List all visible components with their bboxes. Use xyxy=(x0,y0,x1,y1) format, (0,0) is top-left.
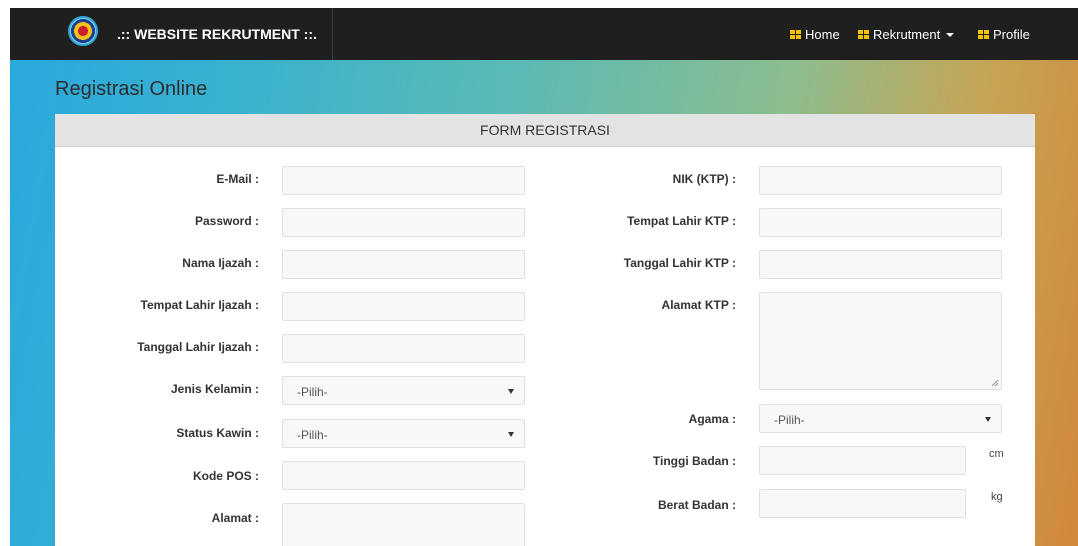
jenis-kelamin-select[interactable]: -Pilih- xyxy=(282,376,525,405)
nav-home[interactable]: Home xyxy=(790,27,840,43)
nik-ktp-label: NIK (KTP) : xyxy=(672,172,736,186)
nav-rekrutment-label: Rekrutment xyxy=(873,27,941,42)
tempat-lahir-ijazah-label: Tempat Lahir Ijazah : xyxy=(140,298,259,312)
tanggal-lahir-ijazah-label: Tanggal Lahir Ijazah : xyxy=(137,340,259,354)
nav-rekrutment-dropdown[interactable]: Rekrutment xyxy=(858,27,955,43)
jenis-kelamin-label: Jenis Kelamin : xyxy=(170,382,259,396)
alamat-textarea[interactable] xyxy=(282,503,525,546)
alamat-ktp-textarea[interactable] xyxy=(759,292,1002,390)
tempat-lahir-ktp-field[interactable] xyxy=(759,208,1002,237)
grid-icon xyxy=(978,30,989,40)
tempat-lahir-ijazah-field[interactable] xyxy=(282,292,525,321)
browser-viewport: .:: WEBSITE REKRUTMENT ::. Home Rekrutme… xyxy=(10,8,1078,546)
jenis-kelamin-value: -Pilih- xyxy=(297,385,328,399)
nav-home-label: Home xyxy=(805,27,840,42)
grid-icon xyxy=(790,30,801,40)
nav-profile[interactable]: Profile xyxy=(978,27,1030,43)
grid-icon xyxy=(858,30,869,40)
email-label: E-Mail : xyxy=(216,172,259,186)
dropdown-arrow-icon xyxy=(508,432,514,437)
tinggi-badan-label: Tinggi Badan : xyxy=(652,454,736,468)
kode-pos-label: Kode POS : xyxy=(192,469,259,483)
company-logo-icon xyxy=(68,16,98,46)
brand-title: .:: WEBSITE REKRUTMENT ::. xyxy=(117,26,317,42)
berat-badan-label: Berat Badan : xyxy=(657,498,736,512)
status-kawin-label: Status Kawin : xyxy=(176,426,259,440)
tanggal-lahir-ktp-field[interactable] xyxy=(759,250,1002,279)
agama-value: -Pilih- xyxy=(774,413,805,427)
top-navbar: .:: WEBSITE REKRUTMENT ::. Home Rekrutme… xyxy=(10,8,1078,60)
alamat-label: Alamat : xyxy=(211,511,259,525)
berat-badan-field[interactable] xyxy=(759,489,966,518)
dropdown-arrow-icon xyxy=(985,417,991,422)
kode-pos-field[interactable] xyxy=(282,461,525,490)
berat-unit: kg xyxy=(991,491,1003,503)
agama-label: Agama : xyxy=(688,412,736,426)
page-title: Registrasi Online xyxy=(55,78,208,100)
tempat-lahir-ktp-label: Tempat Lahir KTP : xyxy=(627,214,736,228)
agama-select[interactable]: -Pilih- xyxy=(759,404,1002,433)
password-label: Password : xyxy=(194,214,259,228)
password-field[interactable] xyxy=(282,208,525,237)
resize-handle-icon[interactable] xyxy=(992,380,998,386)
registration-form-panel: FORM REGISTRASI E-Mail : Password : Nama… xyxy=(55,114,1035,546)
status-kawin-value: -Pilih- xyxy=(297,428,328,442)
nama-ijazah-field[interactable] xyxy=(282,250,525,279)
caret-down-icon xyxy=(946,33,955,37)
nama-ijazah-label: Nama Ijazah : xyxy=(182,256,259,270)
form-header: FORM REGISTRASI xyxy=(55,114,1035,147)
tinggi-unit: cm xyxy=(989,448,1004,460)
tanggal-lahir-ktp-label: Tanggal Lahir KTP : xyxy=(623,256,736,270)
nav-profile-label: Profile xyxy=(993,27,1030,42)
tinggi-badan-field[interactable] xyxy=(759,446,966,475)
tanggal-lahir-ijazah-field[interactable] xyxy=(282,334,525,363)
alamat-ktp-label: Alamat KTP : xyxy=(661,298,736,312)
dropdown-arrow-icon xyxy=(508,389,514,394)
status-kawin-select[interactable]: -Pilih- xyxy=(282,419,525,448)
email-field[interactable] xyxy=(282,166,525,195)
navbar-brand[interactable]: .:: WEBSITE REKRUTMENT ::. xyxy=(40,8,333,60)
nik-ktp-field[interactable] xyxy=(759,166,1002,195)
